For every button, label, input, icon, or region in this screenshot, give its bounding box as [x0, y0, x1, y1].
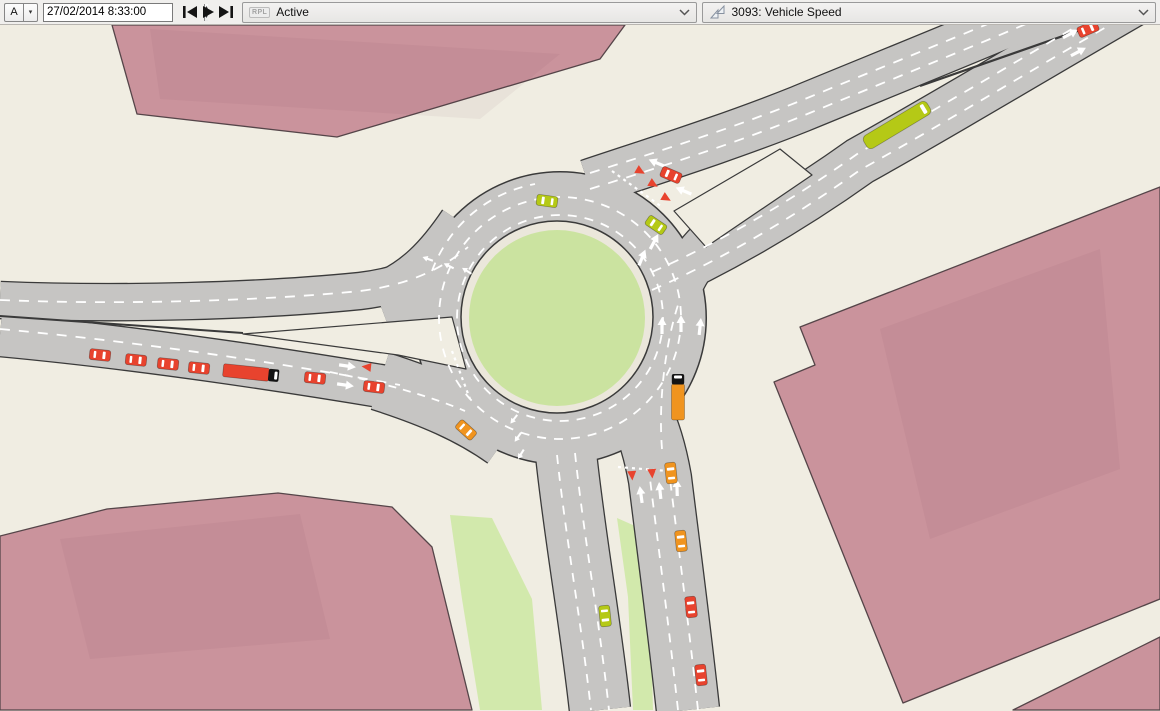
skip-to-start-button[interactable] [181, 4, 198, 20]
vehicle-car[interactable] [674, 530, 687, 552]
skip-to-end-button[interactable] [217, 4, 234, 20]
view-mode-combo-value: 3093: Vehicle Speed [732, 5, 842, 19]
vehicle-car[interactable] [125, 353, 147, 366]
play-icon [201, 5, 215, 19]
vehicle-car[interactable] [188, 361, 210, 374]
map-canvas[interactable] [0, 25, 1160, 711]
roundabout-island [469, 230, 645, 406]
simulation-datetime-field[interactable]: ▴ ▾ [43, 3, 173, 22]
vehicle-car[interactable] [304, 371, 326, 384]
view-mode-flags-icon [709, 5, 726, 20]
simulation-window: A ▾ ▴ ▾ [0, 0, 1160, 711]
toolbar: A ▾ ▴ ▾ [0, 0, 1160, 25]
vehicle-car[interactable] [598, 605, 611, 627]
playback-controls [181, 4, 234, 20]
view-a-dropdown-button[interactable]: ▾ [24, 3, 38, 22]
chevron-down-icon [679, 9, 690, 16]
play-button[interactable] [199, 4, 216, 20]
datetime-input[interactable] [44, 4, 204, 21]
skip-to-end-icon [218, 5, 234, 19]
vehicle-car[interactable] [363, 380, 385, 393]
view-split-button: A ▾ [4, 3, 38, 22]
rpl-badge-icon: RPL [249, 7, 270, 18]
replication-combo-value: Active [276, 5, 309, 19]
view-mode-combo[interactable]: 3093: Vehicle Speed [702, 2, 1157, 23]
vehicle-car[interactable] [684, 596, 697, 618]
replication-combo[interactable]: RPL Active [242, 2, 697, 23]
skip-to-start-icon [182, 5, 198, 19]
view-a-button[interactable]: A [4, 3, 24, 22]
vehicle-car[interactable] [664, 462, 677, 484]
chevron-down-icon [1138, 9, 1149, 16]
vehicle-car[interactable] [157, 357, 179, 370]
vehicle-car[interactable] [694, 664, 707, 686]
vehicle-car[interactable] [89, 348, 111, 361]
vehicle-truck[interactable] [672, 374, 685, 420]
